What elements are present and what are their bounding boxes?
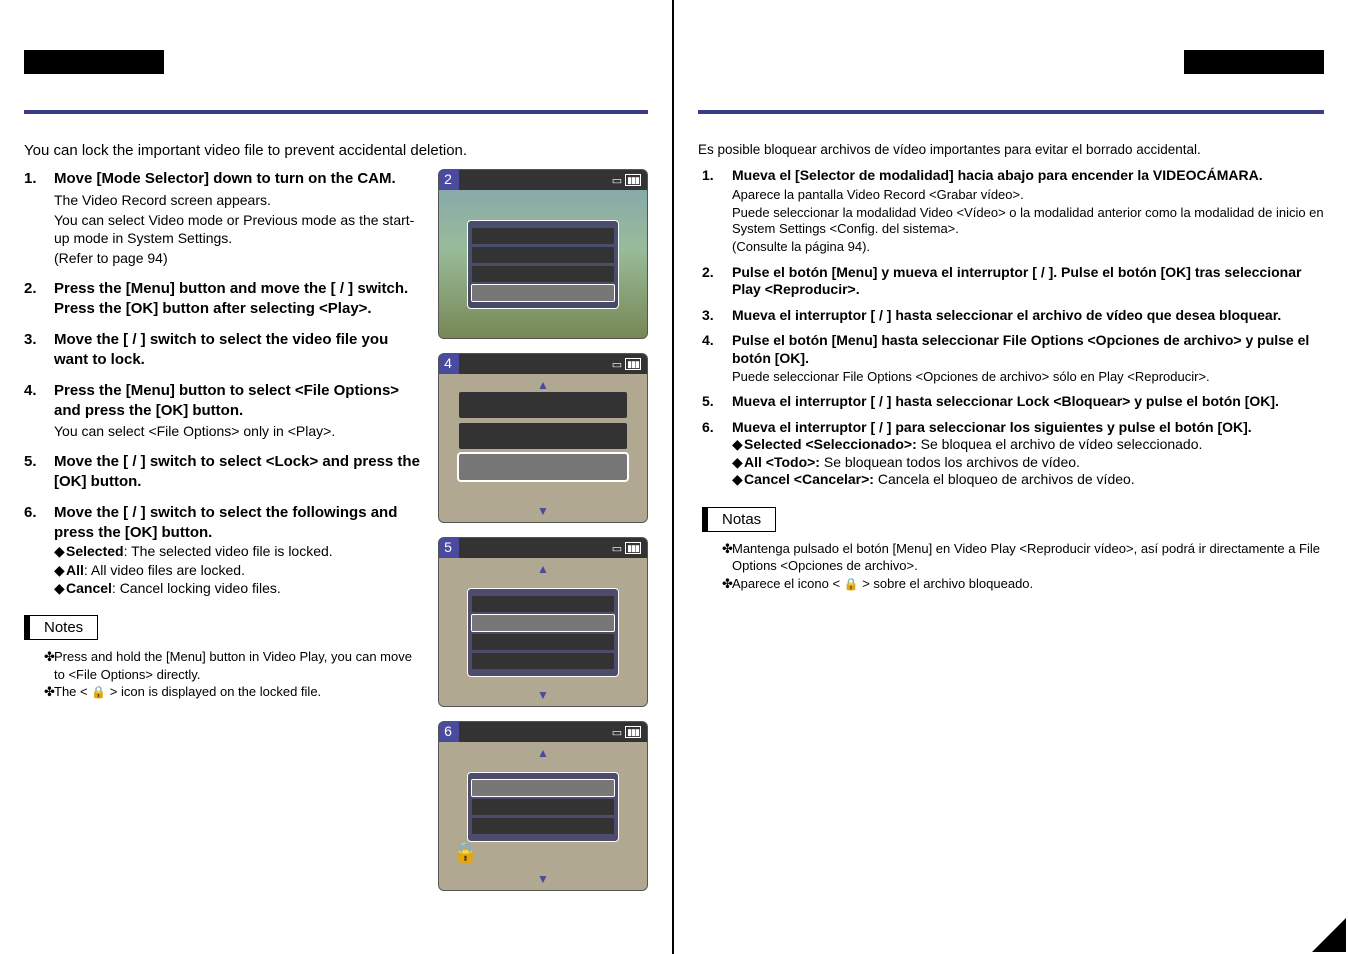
- step-num: 5.: [24, 452, 54, 491]
- screenshot-column: 2 4 ▲ ▼: [438, 169, 648, 891]
- bullet-text: Se bloquea el archivo de vídeo seleccion…: [917, 436, 1203, 452]
- lock-icon: 🔒: [91, 685, 106, 699]
- step-num: 4.: [702, 332, 732, 385]
- step-title: Mueva el interruptor [ / ] para seleccio…: [732, 419, 1324, 437]
- card-batt-icon: [612, 174, 641, 187]
- screenshot-badge: 6: [438, 721, 459, 742]
- up-arrow-icon: ▲: [447, 380, 639, 390]
- step-num: 6.: [702, 419, 732, 489]
- steps-es: 1. Mueva el [Selector de modalidad] haci…: [702, 167, 1324, 489]
- lock-icon: 🔒: [453, 840, 475, 866]
- bullet-text: : All video files are locked.: [84, 562, 245, 578]
- note-line: Mantenga pulsado el botón [Menu] en Vide…: [732, 540, 1324, 575]
- bullet-text: : The selected video file is locked.: [124, 543, 333, 559]
- screenshot-4: 4 ▲ ▼: [438, 353, 648, 523]
- step-sub: Aparece la pantalla Video Record <Grabar…: [732, 187, 1324, 203]
- notes-heading: Notas: [702, 507, 776, 532]
- step-num: 2.: [24, 279, 54, 318]
- step-title: Move the [ / ] switch to select the foll…: [54, 503, 424, 542]
- screenshot-badge: 2: [438, 169, 459, 190]
- lock-icon: 🔒: [844, 577, 859, 591]
- step-num: 5.: [702, 393, 732, 411]
- step-sub: Puede seleccionar la modalidad Video <Ví…: [732, 205, 1324, 238]
- screenshot-badge: 5: [438, 537, 459, 558]
- bullet-text: Se bloquean todos los archivos de vídeo.: [820, 454, 1080, 470]
- step-title: Mueva el [Selector de modalidad] hacia a…: [732, 167, 1324, 185]
- step-num: 2.: [702, 264, 732, 299]
- step-num: 1.: [702, 167, 732, 256]
- intro-es: Es posible bloquear archivos de vídeo im…: [698, 142, 1324, 157]
- step-title: Move [Mode Selector] down to turn on the…: [54, 169, 424, 189]
- step-title: Press the [OK] button after selecting <P…: [54, 299, 424, 319]
- divider: [24, 110, 648, 114]
- step-sub: (Refer to page 94): [54, 249, 424, 267]
- step-num: 3.: [24, 330, 54, 369]
- step-title: Mueva el interruptor [ / ] hasta selecci…: [732, 393, 1324, 411]
- step-sub: You can select Video mode or Previous mo…: [54, 211, 424, 247]
- step-title: Press the [Menu] button and move the [ /…: [54, 279, 424, 299]
- up-arrow-icon: ▲: [447, 748, 639, 758]
- header-tab-left: [24, 50, 164, 74]
- page-corner-icon: [1312, 918, 1346, 952]
- step-sub: You can select <File Options> only in <P…: [54, 422, 424, 440]
- screenshot-2: 2: [438, 169, 648, 339]
- bullet-label: Selected <Seleccionado>:: [744, 436, 917, 452]
- step-sub: The Video Record screen appears.: [54, 191, 424, 209]
- menu-overlay: [467, 588, 619, 677]
- up-arrow-icon: ▲: [447, 564, 639, 574]
- bullet-label: Cancel <Cancelar>:: [744, 471, 874, 487]
- step-sub: Puede seleccionar File Options <Opciones…: [732, 369, 1324, 385]
- step-title: Move the [ / ] switch to select <Lock> a…: [54, 452, 424, 491]
- step-num: 3.: [702, 307, 732, 325]
- step-title: Press the [Menu] button to select <File …: [54, 381, 424, 420]
- step-sub: (Consulte la página 94).: [732, 239, 1324, 255]
- steps-en: 1. Move [Mode Selector] down to turn on …: [24, 169, 424, 597]
- notes-body: ✤Mantenga pulsado el botón [Menu] en Vid…: [702, 540, 1324, 593]
- header-tab-right: [1184, 50, 1324, 74]
- step-title: Pulse el botón [Menu] y mueva el interru…: [732, 264, 1324, 299]
- down-arrow-icon: ▼: [447, 690, 639, 700]
- notes-body: ✤Press and hold the [Menu] button in Vid…: [24, 648, 424, 701]
- step-num: 4.: [24, 381, 54, 440]
- step-title: Pulse el botón [Menu] hasta seleccionar …: [732, 332, 1324, 367]
- intro-en: You can lock the important video file to…: [24, 142, 648, 159]
- screenshot-5: 5 ▲ ▼: [438, 537, 648, 707]
- bullet-label: Cancel: [66, 580, 112, 596]
- bullet-label: All <Todo>:: [744, 454, 820, 470]
- card-batt-icon: [612, 358, 641, 371]
- step-title: Move the [ / ] switch to select the vide…: [54, 330, 424, 369]
- step-title: Mueva el interruptor [ / ] hasta selecci…: [732, 307, 1324, 325]
- card-batt-icon: [612, 726, 641, 739]
- screenshot-6: 6 ▲ 🔒 ▼: [438, 721, 648, 891]
- notes-heading: Notes: [24, 615, 98, 640]
- screenshot-badge: 4: [438, 353, 459, 374]
- down-arrow-icon: ▼: [447, 874, 639, 884]
- menu-overlay: [467, 220, 619, 309]
- bullet-label: Selected: [66, 543, 124, 559]
- step-num: 6.: [24, 503, 54, 597]
- step-num: 1.: [24, 169, 54, 267]
- bullet-text: Cancela el bloqueo de archivos de vídeo.: [874, 471, 1135, 487]
- note-line: The < 🔒 > icon is displayed on the locke…: [54, 683, 321, 701]
- note-line: Aparece el icono < 🔒 > sobre el archivo …: [732, 575, 1033, 593]
- bullet-label: All: [66, 562, 84, 578]
- card-batt-icon: [612, 542, 641, 555]
- bullet-text: : Cancel locking video files.: [112, 580, 281, 596]
- divider: [698, 110, 1324, 114]
- down-arrow-icon: ▼: [447, 506, 639, 516]
- note-line: Press and hold the [Menu] button in Vide…: [54, 648, 424, 683]
- menu-overlay: [467, 772, 619, 842]
